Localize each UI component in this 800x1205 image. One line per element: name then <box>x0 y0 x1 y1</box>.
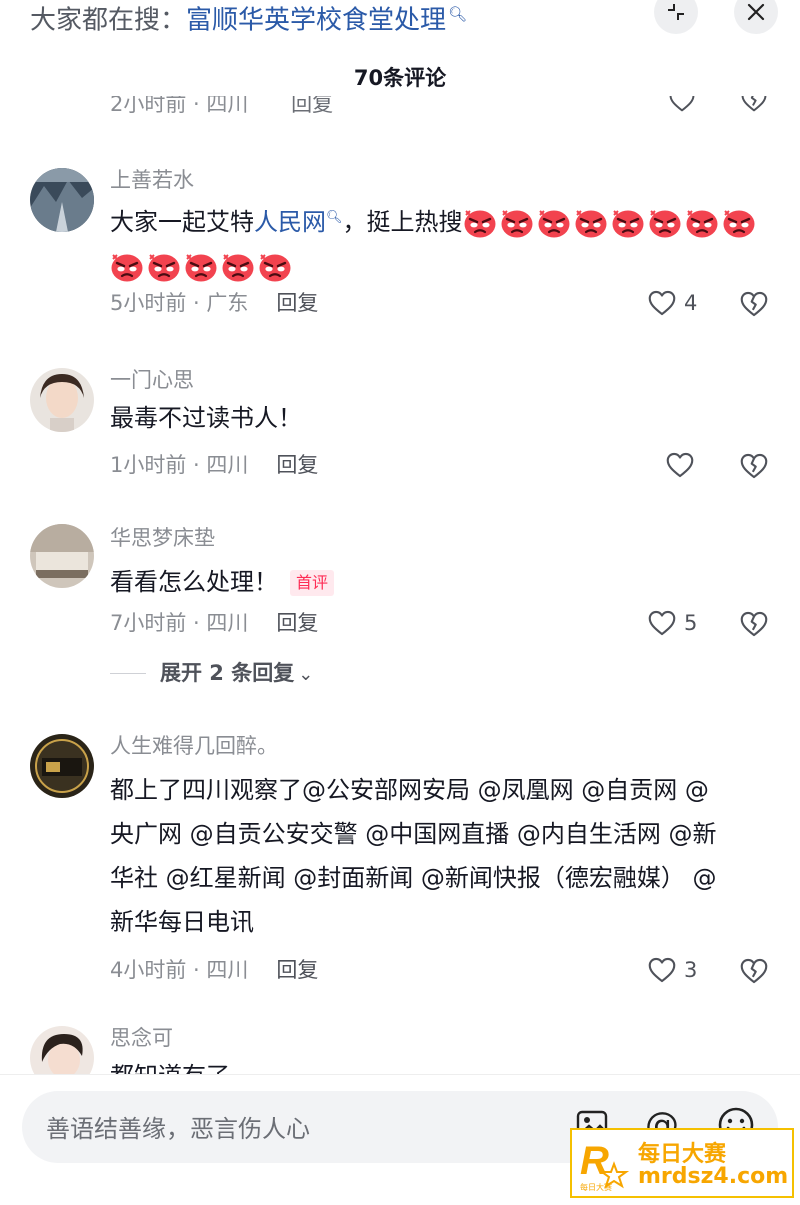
watermark: R 每日大赛 每日大赛 mrdsz4.com <box>570 1128 794 1198</box>
comment-text-line: 华社 @红星新闻 @封面新闻 @新闻快报（德宏融媒） @ <box>110 864 717 892</box>
comment-username[interactable]: 人生难得几回醉。 <box>110 732 278 760</box>
like-count: 5 <box>684 611 698 635</box>
comment-item: 一门心思 最毒不过读书人！ 1小时前 · 四川 回复 <box>0 366 800 496</box>
angry-face-emoji <box>147 252 181 282</box>
first-comment-badge: 首评 <box>290 570 335 596</box>
comment-text-line: 新华每日电讯 <box>110 908 254 936</box>
reply-button[interactable]: 回复 <box>276 291 318 315</box>
comment-item: 华思梦床垫 看看怎么处理！ 首评 7小时前 · 四川 回复 5 展开 2 条回复 ⌄ <box>0 524 800 694</box>
avatar[interactable] <box>30 1026 94 1074</box>
avatar[interactable] <box>30 368 94 432</box>
close-icon <box>747 3 765 21</box>
broken-heart-icon[interactable] <box>740 610 768 638</box>
like-count: 4 <box>684 291 698 315</box>
comment-text: 最毒不过读书人！ <box>110 404 302 432</box>
like-button[interactable]: 4 <box>648 288 697 318</box>
comment-text: 看看怎么处理！ 首评 <box>110 560 770 604</box>
expand-replies-button[interactable]: 展开 2 条回复 ⌄ <box>110 658 370 688</box>
like-button[interactable]: 3 <box>648 955 697 985</box>
comment-text: 大家一起艾特人民网🔍︎，挺上热搜 <box>110 196 770 288</box>
broken-heart-icon[interactable] <box>740 290 768 318</box>
comment-text: 都上了四川观察了@公安部网安局 @凤凰网 @自贡网 @ 央广网 @自贡公安交警 … <box>110 768 770 944</box>
comment-item: 思念可 都知道有了 <box>0 1024 800 1074</box>
expand-replies-label: 展开 2 条回复 ⌄ <box>160 658 313 690</box>
partial-reply-button[interactable]: 回复 <box>291 96 333 116</box>
comment-username[interactable]: 一门心思 <box>110 366 194 394</box>
heart-icon <box>648 290 676 316</box>
comment-item: 人生难得几回醉。 都上了四川观察了@公安部网安局 @凤凰网 @自贡网 @ 央广网… <box>0 724 800 994</box>
avatar[interactable] <box>30 734 94 798</box>
angry-face-emoji <box>110 252 144 282</box>
comment-text-line: 央广网 @自贡公安交警 @中国网直播 @内自生活网 @新 <box>110 820 717 848</box>
partial-comment-meta: 2小时前 · 四川 回复 <box>0 96 800 116</box>
comment-username[interactable]: 上善若水 <box>110 166 194 194</box>
comment-list[interactable]: 2小时前 · 四川 回复 上善若水 大家一起艾特人民网🔍︎，挺上热搜 5小时前 … <box>0 96 800 1074</box>
comment-meta: 1小时前 · 四川 回复 <box>110 450 318 480</box>
angry-face-emoji <box>184 252 218 282</box>
comment-username[interactable]: 华思梦床垫 <box>110 524 215 552</box>
comment-time-location: 4小时前 · 四川 <box>110 958 249 982</box>
watermark-logo: R 每日大赛 <box>580 1139 630 1192</box>
comment-meta: 5小时前 · 广东 回复 <box>110 288 318 318</box>
collapse-icon <box>668 4 684 20</box>
broken-heart-icon[interactable] <box>740 96 768 112</box>
like-button[interactable] <box>666 450 694 480</box>
angry-face-emoji <box>221 252 255 282</box>
chevron-down-icon: ⌄ <box>298 664 314 685</box>
angry-face-emoji <box>258 252 292 282</box>
comment-time-location: 7小时前 · 四川 <box>110 611 249 635</box>
comment-count-title: 70条评论 <box>353 66 447 90</box>
search-suggestion-query[interactable]: 富顺华英学校食堂处理 <box>186 6 446 36</box>
expand-replies-text: 展开 2 条回复 <box>160 661 295 685</box>
angry-face-emoji <box>611 208 645 238</box>
comment-text: 都知道有了 <box>110 1054 770 1074</box>
comment-text-before-link: 大家一起艾特 <box>110 208 254 236</box>
watermark-logo-caption: 每日大赛 <box>580 1182 612 1192</box>
comment-username[interactable]: 思念可 <box>110 1024 173 1052</box>
like-count: 3 <box>684 958 698 982</box>
watermark-domain: mrdsz4.com <box>638 1164 789 1189</box>
collapse-button[interactable] <box>654 0 698 34</box>
angry-face-emoji <box>685 208 719 238</box>
avatar[interactable] <box>30 524 94 588</box>
search-suggestion[interactable]: 大家都在搜：富顺华英学校食堂处理 🔍︎ <box>30 0 467 39</box>
comment-item: 上善若水 大家一起艾特人民网🔍︎，挺上热搜 5小时前 · 广东 回复 4 <box>0 166 800 336</box>
angry-face-emoji <box>537 208 571 238</box>
search-suggestion-prefix: 大家都在搜： <box>30 5 187 36</box>
like-button[interactable]: 5 <box>648 608 697 638</box>
comment-meta: 4小时前 · 四川 回复 <box>110 955 318 985</box>
expand-divider <box>110 673 146 674</box>
reply-button[interactable]: 回复 <box>276 611 318 635</box>
heart-icon[interactable] <box>668 96 696 112</box>
broken-heart-icon[interactable] <box>740 452 768 480</box>
comment-text-body: 看看怎么处理！ <box>110 568 278 596</box>
partial-time-location: 2小时前 · 四川 <box>110 96 249 116</box>
top-bar: 大家都在搜：富顺华英学校食堂处理 🔍︎ <box>0 0 800 40</box>
heart-icon <box>648 957 676 983</box>
comment-text-line: 都上了四川观察了@公安部网安局 @凤凰网 @自贡网 @ <box>110 776 709 804</box>
watermark-logo-letter: R <box>580 1139 609 1183</box>
comment-meta: 7小时前 · 四川 回复 <box>110 608 318 638</box>
comment-input-placeholder: 善语结善缘，恶言伤人心 <box>46 1115 310 1143</box>
mention-link[interactable]: 人民网 <box>254 208 326 236</box>
angry-face-emoji <box>500 208 534 238</box>
angry-face-emoji <box>574 208 608 238</box>
comment-text-after-link: ，挺上热搜 <box>342 208 463 236</box>
search-icon: 🔍︎ <box>326 210 343 225</box>
angry-face-emoji <box>463 208 497 238</box>
close-button[interactable] <box>734 0 778 34</box>
angry-face-emoji <box>648 208 682 238</box>
broken-heart-icon[interactable] <box>740 957 768 985</box>
avatar[interactable] <box>30 168 94 232</box>
heart-icon <box>666 452 694 478</box>
heart-icon <box>648 610 676 636</box>
comment-time-location: 5小时前 · 广东 <box>110 291 249 315</box>
partial-meta-text: 2小时前 · 四川 回复 <box>110 96 333 118</box>
comment-time-location: 1小时前 · 四川 <box>110 453 249 477</box>
search-icon: 🔍︎ <box>448 5 468 23</box>
reply-button[interactable]: 回复 <box>276 453 318 477</box>
reply-button[interactable]: 回复 <box>276 958 318 982</box>
angry-face-emoji <box>722 208 756 238</box>
